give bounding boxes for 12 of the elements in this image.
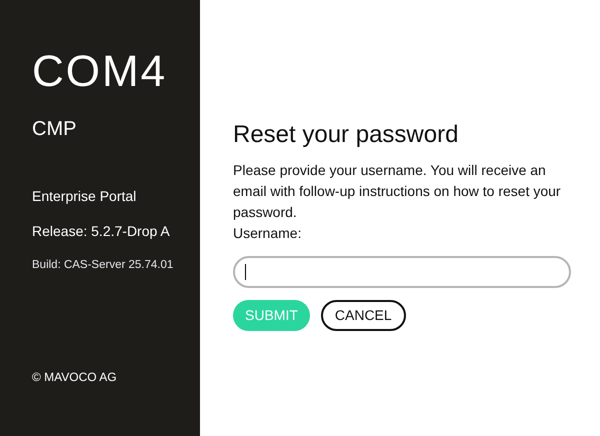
portal-name: Enterprise Portal <box>32 187 138 206</box>
product-name: CMP <box>32 117 78 142</box>
username-field[interactable] <box>233 256 571 288</box>
copyright-text: © MAVOCO AG <box>32 369 118 386</box>
instructions-text: Please provide your username. You will receive an email with follow-up instructions on how to reset your password. <box>233 161 562 222</box>
build-text: Build: CAS-Server 25.74.01 <box>32 258 174 273</box>
logo: COM4 <box>32 46 168 98</box>
page-title: Reset your password <box>233 120 460 150</box>
release-text: Release: 5.2.7-Drop A <box>32 222 171 241</box>
text-cursor-icon <box>245 264 246 280</box>
cancel-button[interactable]: CANCEL <box>320 300 406 331</box>
field-label: Username: <box>233 224 302 243</box>
